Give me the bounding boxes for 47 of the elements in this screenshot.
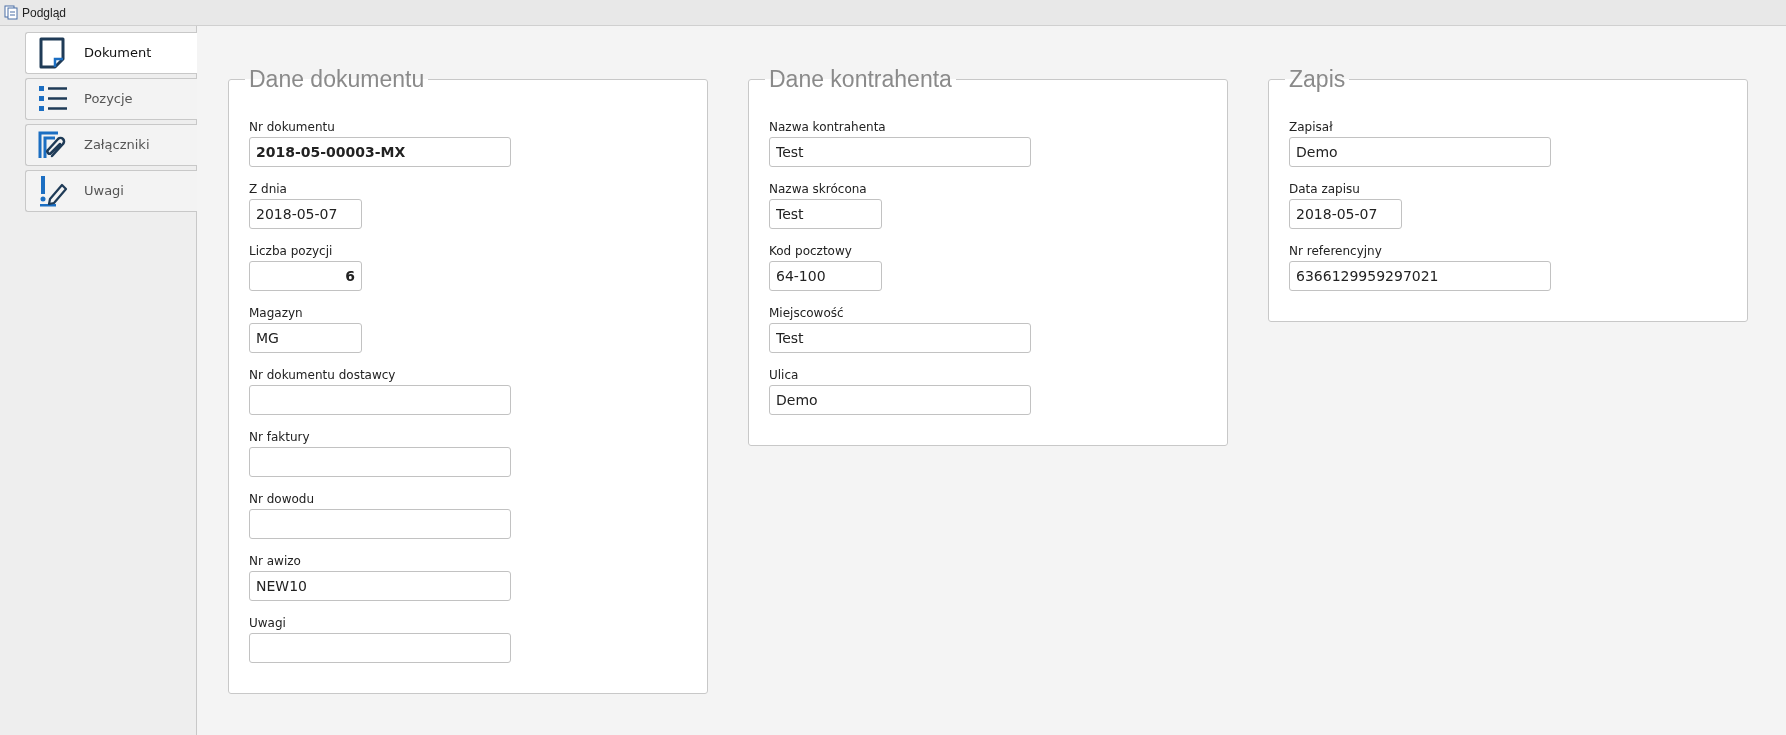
text-field[interactable]	[249, 447, 511, 477]
text-field[interactable]: Test	[769, 323, 1031, 353]
field-label: Nr referencyjny	[1289, 244, 1383, 259]
document-icon	[38, 37, 68, 69]
field-label: Kod pocztowy	[769, 244, 853, 259]
field-label: Nr dokumentu dostawcy	[249, 368, 397, 383]
document-copy-icon	[4, 5, 18, 20]
field-label: Nr dokumentu	[249, 120, 336, 135]
text-field[interactable]: 64-100	[769, 261, 882, 291]
field-label: Z dnia	[249, 182, 288, 197]
group-title: Dane kontrahenta	[768, 66, 953, 92]
field-label: Uwagi	[249, 616, 287, 631]
field-label: Nr faktury	[249, 430, 311, 445]
list-icon	[38, 84, 68, 114]
text-field[interactable]: Test	[769, 199, 882, 229]
text-field[interactable]: Test	[769, 137, 1031, 167]
field-label: Nazwa skrócona	[769, 182, 868, 197]
text-field[interactable]: 6	[249, 261, 362, 291]
group-title: Zapis	[1288, 66, 1347, 92]
text-field[interactable]: 2018-05-00003-MX	[249, 137, 511, 167]
text-field[interactable]: NEW10	[249, 571, 511, 601]
text-field[interactable]	[249, 509, 511, 539]
field-label: Liczba pozycji	[249, 244, 334, 259]
paperclip-icon	[38, 130, 68, 160]
text-field[interactable]	[249, 633, 511, 663]
sidebar-tab[interactable]: Dokument	[25, 32, 197, 74]
text-field[interactable]: Demo	[769, 385, 1031, 415]
text-field[interactable]	[249, 385, 511, 415]
field-label: Ulica	[769, 368, 800, 383]
text-field[interactable]: Demo	[1289, 137, 1551, 167]
sidebar-tab[interactable]: Załączniki	[25, 124, 197, 166]
field-label: Data zapisu	[1289, 182, 1361, 197]
field-label: Nr awizo	[249, 554, 302, 569]
text-field[interactable]: 2018-05-07	[249, 199, 362, 229]
text-field[interactable]: 6366129959297021	[1289, 261, 1551, 291]
sidebar-tab[interactable]: Uwagi	[25, 170, 197, 212]
field-label: Nazwa kontrahenta	[769, 120, 887, 135]
text-field[interactable]: MG	[249, 323, 362, 353]
sidebar-tab[interactable]: Pozycje	[25, 78, 197, 120]
text-field[interactable]: 2018-05-07	[1289, 199, 1402, 229]
window-title: Podgląd	[22, 4, 67, 22]
field-label: Miejscowość	[769, 306, 845, 321]
field-label: Nr dowodu	[249, 492, 316, 507]
exclamation-pencil-icon	[38, 175, 68, 207]
group-title: Dane dokumentu	[248, 66, 426, 92]
field-label: Zapisał	[1289, 120, 1334, 135]
field-label: Magazyn	[249, 306, 304, 321]
